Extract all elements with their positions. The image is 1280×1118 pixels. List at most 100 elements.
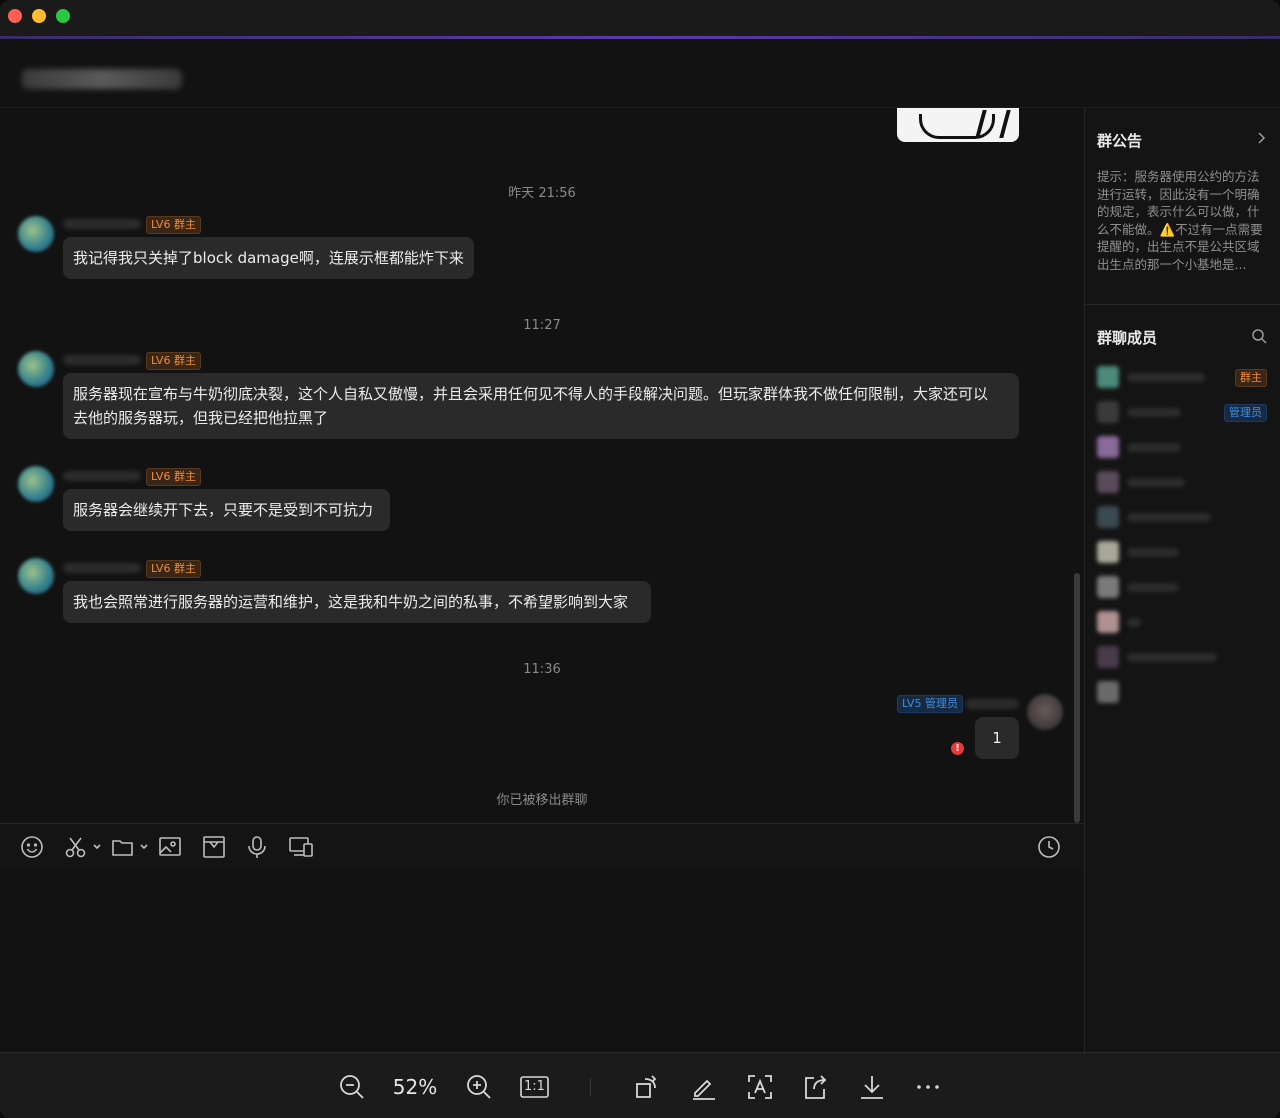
member-avatar: [1097, 576, 1119, 598]
member-name-blurred: [1127, 513, 1211, 522]
member-item[interactable]: [1097, 471, 1277, 495]
group-name-blurred: [22, 69, 182, 89]
more-icon[interactable]: [914, 1073, 942, 1101]
message-line: 去他的服务器玩，但我已经把他拉黑了: [73, 409, 329, 427]
member-name-blurred: [1127, 408, 1181, 417]
message-bubble[interactable]: 服务器现在宣布与牛奶彻底决裂，这个人自私又傲慢，并且会采用任何见不得人的手段解决…: [63, 373, 1019, 439]
box-icon[interactable]: [201, 834, 227, 860]
zoom-window-button[interactable]: [56, 9, 70, 23]
download-icon[interactable]: [858, 1073, 886, 1101]
image-icon[interactable]: [157, 834, 183, 860]
announcement-text[interactable]: 提示：服务器使用公约的方法进行运转，因此没有一个明确的规定，表示什么可以做，什么…: [1097, 168, 1269, 273]
member-item[interactable]: [1097, 541, 1277, 565]
system-notice: 你已被移出群聊: [496, 793, 588, 808]
message-input[interactable]: [0, 868, 1084, 1052]
message-line: 服务器现在宣布与牛奶彻底决裂，这个人自私又傲慢，并且会采用任何见不得人的手段解决…: [73, 385, 989, 403]
divider: [590, 1078, 591, 1096]
member-badge-admin: 管理员: [1224, 404, 1267, 422]
member-name-blurred: [1127, 373, 1205, 382]
message-bubble[interactable]: 我也会照常进行服务器的运营和维护，这是我和牛奶之间的私事，不希望影响到大家: [63, 581, 651, 623]
warning-icon: ⚠️: [1159, 221, 1176, 237]
member-item[interactable]: 群主: [1097, 366, 1277, 390]
scrollbar[interactable]: [1074, 573, 1080, 823]
member-name-blurred: [1127, 583, 1179, 592]
member-avatar: [1097, 401, 1119, 423]
announcement-title[interactable]: 群公告: [1097, 130, 1142, 151]
image-message-partial[interactable]: [897, 108, 1019, 142]
app-window: 昨天 21:56 LV6 群主 我记得我只关掉了block damage啊，连展…: [0, 0, 1280, 1118]
message-bubble[interactable]: 我记得我只关掉了block damage啊，连展示框都能炸下来: [63, 237, 474, 279]
rotate-icon[interactable]: [634, 1073, 662, 1101]
avatar[interactable]: [18, 216, 54, 252]
nickname-blurred: [63, 471, 141, 481]
member-avatar: [1097, 506, 1119, 528]
message-list[interactable]: 昨天 21:56 LV6 群主 我记得我只关掉了block damage啊，连展…: [0, 108, 1084, 823]
history-clock-icon[interactable]: [1036, 834, 1062, 860]
nickname-blurred: [63, 219, 141, 229]
level-badge-owner: LV6 群主: [146, 560, 201, 578]
actual-size-label: 1:1: [524, 1079, 545, 1094]
member-avatar: [1097, 681, 1119, 703]
chevron-right-icon[interactable]: [1253, 130, 1269, 146]
my-message-bubble[interactable]: 1: [975, 717, 1019, 759]
timestamp: 昨天 21:56: [508, 186, 576, 201]
member-avatar: [1097, 611, 1119, 633]
group-sidebar: 群公告 提示：服务器使用公约的方法进行运转，因此没有一个明确的规定，表示什么可以…: [1085, 108, 1280, 1052]
level-badge-admin: LV5 管理员: [897, 695, 963, 713]
member-avatar: [1097, 436, 1119, 458]
member-avatar: [1097, 541, 1119, 563]
zoom-in-icon[interactable]: [465, 1073, 493, 1101]
member-item[interactable]: [1097, 681, 1277, 705]
member-avatar: [1097, 646, 1119, 668]
scissors-icon[interactable]: [63, 834, 103, 860]
zoom-level: 52%: [392, 1075, 438, 1099]
nickname-blurred: [63, 563, 141, 573]
close-window-button[interactable]: [8, 9, 22, 23]
member-name-blurred: [1127, 618, 1141, 627]
member-avatar: [1097, 471, 1119, 493]
member-name-blurred: [1127, 443, 1181, 452]
my-avatar[interactable]: [1027, 694, 1063, 730]
timestamp: 11:27: [523, 318, 561, 333]
nickname-blurred: [63, 355, 141, 365]
title-bar: [0, 0, 1280, 36]
member-item[interactable]: [1097, 646, 1277, 670]
avatar[interactable]: [18, 558, 54, 594]
message-bubble[interactable]: 服务器会继续开下去，只要不是受到不可抗力: [63, 489, 390, 531]
level-badge-owner: LV6 群主: [146, 216, 201, 234]
member-avatar: [1097, 366, 1119, 388]
minimize-window-button[interactable]: [32, 9, 46, 23]
member-badge-owner: 群主: [1235, 369, 1267, 387]
avatar[interactable]: [18, 466, 54, 502]
text-recognition-icon[interactable]: [746, 1073, 774, 1101]
member-name-blurred: [1127, 653, 1217, 662]
image-viewer-toolbar: 52% 1:1: [0, 1052, 1280, 1118]
microphone-icon[interactable]: [244, 834, 270, 860]
member-item[interactable]: [1097, 611, 1277, 635]
input-toolbar: [0, 824, 1084, 868]
my-nickname-blurred: [965, 699, 1019, 709]
level-badge-owner: LV6 群主: [146, 352, 201, 370]
zoom-out-icon[interactable]: [338, 1073, 366, 1101]
edit-pencil-icon[interactable]: [690, 1073, 718, 1101]
emoji-icon[interactable]: [19, 834, 45, 860]
search-icon[interactable]: [1251, 328, 1267, 344]
share-icon[interactable]: [802, 1073, 830, 1101]
timestamp: 11:36: [523, 662, 561, 677]
member-name-blurred: [1127, 548, 1179, 557]
doodle-image-fragment: [975, 110, 1011, 138]
member-item[interactable]: [1097, 506, 1277, 530]
folder-icon[interactable]: [110, 834, 150, 860]
divider: [1085, 304, 1280, 305]
level-badge-owner: LV6 群主: [146, 468, 201, 486]
chat-header: [0, 39, 1280, 108]
avatar[interactable]: [18, 351, 54, 387]
member-item[interactable]: [1097, 576, 1277, 600]
actual-size-button[interactable]: 1:1: [520, 1073, 550, 1101]
members-title: 群聊成员: [1097, 329, 1158, 347]
member-item[interactable]: [1097, 436, 1277, 460]
send-failed-icon[interactable]: !: [951, 742, 964, 755]
member-name-blurred: [1127, 478, 1185, 487]
screen-share-icon[interactable]: [288, 834, 314, 860]
member-item[interactable]: 管理员: [1097, 401, 1277, 425]
